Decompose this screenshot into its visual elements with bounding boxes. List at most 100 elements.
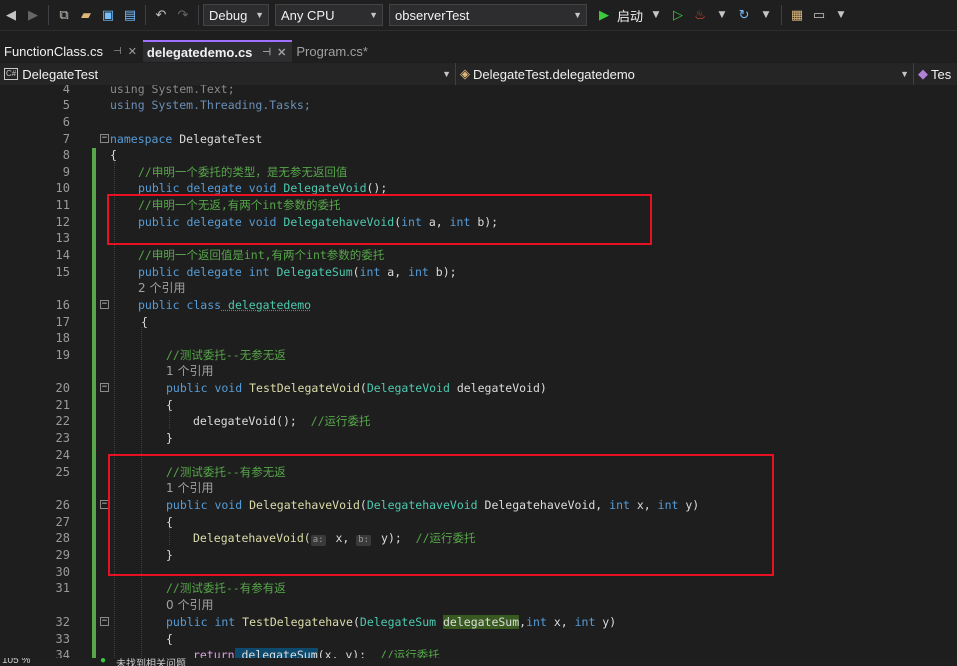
tab-program[interactable]: Program.cs*: [292, 40, 408, 62]
code-text: delegateVoid(); //运行委托: [193, 413, 371, 430]
undo-icon[interactable]: ↶: [152, 4, 170, 26]
dropdown-icon[interactable]: ▼: [713, 4, 731, 26]
param: y): [595, 615, 617, 629]
keyword: public void: [166, 381, 243, 395]
config-select[interactable]: Debug ▼: [203, 4, 269, 26]
param: x,: [546, 615, 575, 629]
comment: //测试委托--无参无返: [166, 348, 286, 362]
start-button[interactable]: 启动: [617, 6, 643, 25]
code-line: 32 − public int TestDelegatehave(Delegat…: [0, 614, 957, 631]
code-text: {: [141, 315, 148, 329]
collapse-icon[interactable]: −: [100, 383, 109, 392]
line-number: 17: [55, 315, 70, 329]
line-number: 29: [55, 548, 70, 562]
chevron-down-icon: ▼: [255, 10, 264, 20]
open-folder-icon[interactable]: ▰: [77, 4, 95, 26]
method-name: TestDelegatehave: [235, 615, 353, 629]
back-icon[interactable]: ◀: [2, 4, 20, 26]
line-number: 12: [55, 215, 70, 229]
code-line: 20 − public void TestDelegateVoid(Delega…: [0, 380, 957, 397]
line-number: 32: [55, 615, 70, 629]
annotation-box: [107, 194, 652, 245]
comment: //运行委托: [366, 648, 440, 658]
line-number: 16: [55, 298, 70, 312]
type-name: DelegateVoid: [366, 381, 450, 395]
code-line: 18: [0, 330, 957, 347]
code-text: {: [166, 398, 173, 412]
start-icon[interactable]: ▶: [595, 4, 613, 26]
member-dropdown[interactable]: ◆ Tes: [914, 63, 955, 85]
codelens-references[interactable]: 2 个引用: [138, 280, 185, 297]
keyword: public delegate void: [138, 181, 277, 195]
new-project-icon[interactable]: ⧉: [55, 4, 73, 26]
save-icon[interactable]: ▣: [99, 4, 117, 26]
codelens-references[interactable]: 0 个引用: [166, 597, 213, 614]
code-editor[interactable]: 4 using System.Text; 5 using System.Thre…: [0, 85, 957, 658]
punct: ();: [366, 181, 388, 195]
redo-icon[interactable]: ↷: [174, 4, 192, 26]
zoom-level[interactable]: 105 %: [2, 658, 30, 666]
line-number: 6: [62, 115, 70, 129]
close-icon[interactable]: ✕: [277, 46, 286, 59]
explorer-icon[interactable]: ▦: [788, 4, 806, 26]
close-icon[interactable]: ✕: [128, 45, 137, 58]
collapse-icon[interactable]: −: [100, 617, 109, 626]
dropdown-icon[interactable]: ▼: [757, 4, 775, 26]
status-bar: 105 % ● 未找到相关问题: [0, 658, 957, 666]
hot-reload-icon[interactable]: ♨: [691, 4, 709, 26]
type-name: DelegateVoid: [276, 181, 367, 195]
code-text: return delegateSum(x, y); //运行委托: [193, 647, 440, 658]
keyword: public int: [166, 615, 236, 629]
collapse-icon[interactable]: −: [100, 134, 109, 143]
platform-select[interactable]: Any CPU ▼: [275, 4, 383, 26]
code-line: 15 public delegate int DelegateSum(int a…: [0, 264, 957, 281]
tab-delegatedemo[interactable]: delegatedemo.cs ⊣ ✕: [142, 40, 293, 62]
codelens-line: 0 个引用: [0, 597, 957, 614]
startup-project-select[interactable]: observerTest ▼: [389, 4, 587, 26]
dropdown-icon[interactable]: ▼: [832, 4, 850, 26]
type-name: DelegateSum: [359, 615, 437, 629]
param: a,: [380, 265, 409, 279]
platform-value: Any CPU: [281, 7, 335, 23]
chevron-down-icon: ▼: [573, 10, 582, 20]
punct: (: [359, 381, 367, 395]
line-number: 10: [55, 181, 70, 195]
line-number: 23: [55, 431, 70, 445]
type-dropdown[interactable]: ◈ DelegateTest.delegatedemo ▼: [456, 63, 914, 85]
window-icon[interactable]: ▭: [810, 4, 828, 26]
refresh-icon[interactable]: ↻: [735, 4, 753, 26]
code-line: 22 delegateVoid(); //运行委托: [0, 413, 957, 430]
line-number: 20: [55, 381, 70, 395]
param: b);: [428, 265, 457, 279]
forward-icon[interactable]: ▶: [24, 4, 42, 26]
collapse-icon[interactable]: −: [100, 300, 109, 309]
line-number: 4: [62, 85, 70, 96]
main-toolbar: ◀ ▶ ⧉ ▰ ▣ ▤ ↶ ↷ Debug ▼ Any CPU ▼ observer…: [0, 0, 957, 31]
save-all-icon[interactable]: ▤: [121, 4, 139, 26]
issues-text[interactable]: 未找到相关问题: [116, 658, 186, 666]
line-number: 30: [55, 565, 70, 579]
punct: (: [352, 615, 360, 629]
tab-functionclass[interactable]: FunctionClass.cs ⊣ ✕: [0, 40, 143, 62]
namespace-name: DelegateTest: [172, 132, 263, 146]
line-number: 22: [55, 414, 70, 428]
dropdown-icon[interactable]: ▼: [647, 4, 665, 26]
line-number: 19: [55, 348, 70, 362]
start-without-debug-icon[interactable]: ▷: [669, 4, 687, 26]
class-name: delegatedemo: [221, 298, 312, 312]
separator: [781, 5, 783, 25]
comment: //申明一个委托的类型，是无参无返回值: [138, 165, 348, 179]
highlighted-param: delegateSum: [443, 615, 520, 629]
code-text: using System.Threading.Tasks;: [110, 97, 311, 114]
project-dropdown[interactable]: C# DelegateTest ▼: [0, 63, 456, 85]
codelens-references[interactable]: 1 个引用: [166, 363, 213, 380]
keyword: public class: [138, 298, 222, 312]
keyword: namespace: [110, 132, 173, 146]
pin-icon[interactable]: ⊣: [113, 46, 122, 57]
line-number: 14: [55, 248, 70, 262]
line-number: 26: [55, 498, 70, 512]
codelens-line: 1 个引用: [0, 363, 957, 380]
codelens-line: 2 个引用: [0, 280, 957, 297]
line-number: 5: [62, 98, 70, 112]
pin-icon[interactable]: ⊣: [262, 47, 271, 58]
